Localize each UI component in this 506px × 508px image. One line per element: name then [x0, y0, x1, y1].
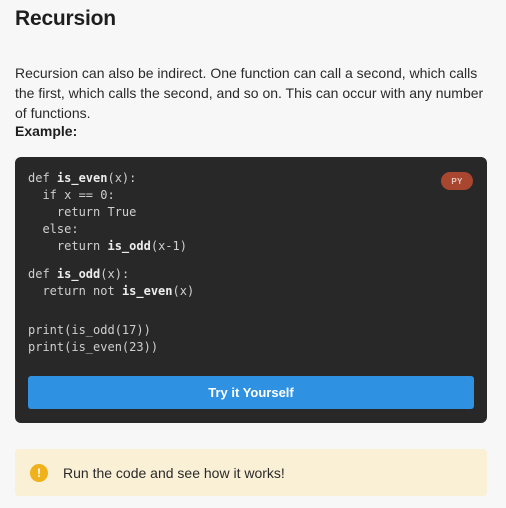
code-line: else:	[28, 221, 79, 237]
code-line: print(is_odd(17))	[28, 322, 151, 338]
lesson-paragraph: Recursion can also be indirect. One func…	[15, 65, 484, 121]
code-line: return is_odd(x-1)	[28, 238, 187, 254]
exclamation-icon: !	[30, 463, 48, 482]
function-name: is_even	[56, 171, 108, 185]
note-text: Run the code and see how it works!	[63, 464, 285, 481]
code-token: (x):	[100, 267, 130, 281]
try-it-yourself-button[interactable]: Try it Yourself	[28, 376, 474, 409]
code-line: if x == 0:	[28, 187, 115, 203]
code-example-card: PY def is_even(x): if x == 0: return Tru…	[15, 157, 487, 423]
code-line: return True	[28, 204, 136, 220]
example-label: Example:	[15, 123, 78, 139]
code-line: def is_even(x):	[28, 170, 136, 186]
function-name: is_even	[121, 284, 173, 298]
code-token: else:	[42, 222, 79, 236]
code-line: return not is_even(x)	[28, 283, 194, 299]
language-badge: PY	[441, 172, 473, 190]
lesson-page: Recursion Recursion can also be indirect…	[0, 0, 506, 508]
function-name: is_odd	[107, 239, 151, 253]
code-token: return	[56, 239, 108, 253]
code-token: (x-1)	[150, 239, 187, 253]
function-name: is_odd	[56, 267, 101, 281]
code-line: print(is_even(23))	[28, 339, 158, 355]
code-token: (x)	[172, 284, 195, 298]
code-token: return True	[56, 205, 137, 219]
tip-note: ! Run the code and see how it works!	[15, 449, 487, 496]
code-token: (x):	[107, 171, 137, 185]
code-token: def	[28, 267, 57, 281]
code-token: print(is_even(23))	[28, 340, 159, 354]
code-token: print(is_odd(17))	[28, 323, 151, 337]
code-token: if x == 0:	[42, 188, 115, 202]
code-line: def is_odd(x):	[28, 266, 129, 282]
code-token: return not	[42, 284, 122, 298]
code-token: def	[28, 171, 57, 185]
page-title: Recursion	[15, 7, 116, 30]
